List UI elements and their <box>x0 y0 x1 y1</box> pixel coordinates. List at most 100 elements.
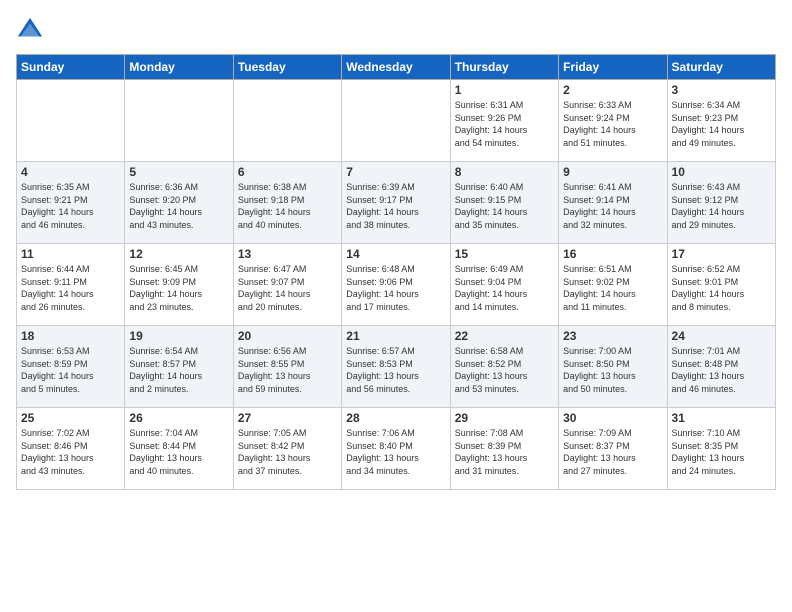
calendar-cell: 18 Sunrise: 6:53 AM Sunset: 8:59 PM Dayli… <box>17 326 125 408</box>
day-number: 29 <box>455 411 554 425</box>
day-info: Sunrise: 6:43 AM Sunset: 9:12 PM Dayligh… <box>672 181 771 231</box>
day-number: 4 <box>21 165 120 179</box>
day-number: 22 <box>455 329 554 343</box>
calendar-cell <box>125 80 233 162</box>
day-header-saturday: Saturday <box>667 55 775 80</box>
day-header-sunday: Sunday <box>17 55 125 80</box>
day-header-friday: Friday <box>559 55 667 80</box>
day-info: Sunrise: 6:33 AM Sunset: 9:24 PM Dayligh… <box>563 99 662 149</box>
page-container: SundayMondayTuesdayWednesdayThursdayFrid… <box>0 0 792 498</box>
logo <box>16 16 46 44</box>
calendar-cell: 2 Sunrise: 6:33 AM Sunset: 9:24 PM Daylig… <box>559 80 667 162</box>
calendar-cell: 10 Sunrise: 6:43 AM Sunset: 9:12 PM Dayli… <box>667 162 775 244</box>
day-info: Sunrise: 6:36 AM Sunset: 9:20 PM Dayligh… <box>129 181 228 231</box>
day-number: 19 <box>129 329 228 343</box>
day-number: 1 <box>455 83 554 97</box>
day-number: 20 <box>238 329 337 343</box>
day-number: 24 <box>672 329 771 343</box>
day-info: Sunrise: 6:41 AM Sunset: 9:14 PM Dayligh… <box>563 181 662 231</box>
calendar-cell: 1Sunrise: 6:31 AM Sunset: 9:26 PM Daylig… <box>450 80 558 162</box>
day-number: 17 <box>672 247 771 261</box>
day-number: 10 <box>672 165 771 179</box>
calendar-cell: 19 Sunrise: 6:54 AM Sunset: 8:57 PM Dayli… <box>125 326 233 408</box>
calendar-week-row: 11 Sunrise: 6:44 AM Sunset: 9:11 PM Dayli… <box>17 244 776 326</box>
day-info: Sunrise: 6:51 AM Sunset: 9:02 PM Dayligh… <box>563 263 662 313</box>
day-number: 16 <box>563 247 662 261</box>
day-header-monday: Monday <box>125 55 233 80</box>
day-info: Sunrise: 6:53 AM Sunset: 8:59 PM Dayligh… <box>21 345 120 395</box>
day-info: Sunrise: 6:45 AM Sunset: 9:09 PM Dayligh… <box>129 263 228 313</box>
calendar-cell: 4 Sunrise: 6:35 AM Sunset: 9:21 PM Daylig… <box>17 162 125 244</box>
calendar-week-row: 4 Sunrise: 6:35 AM Sunset: 9:21 PM Daylig… <box>17 162 776 244</box>
day-number: 5 <box>129 165 228 179</box>
day-info: Sunrise: 6:39 AM Sunset: 9:17 PM Dayligh… <box>346 181 445 231</box>
calendar-cell: 30 Sunrise: 7:09 AM Sunset: 8:37 PM Dayli… <box>559 408 667 490</box>
day-number: 6 <box>238 165 337 179</box>
calendar-cell: 6Sunrise: 6:38 AM Sunset: 9:18 PM Daylig… <box>233 162 341 244</box>
calendar-cell: 22Sunrise: 6:58 AM Sunset: 8:52 PM Dayli… <box>450 326 558 408</box>
logo-icon <box>16 16 44 44</box>
calendar-cell: 28 Sunrise: 7:06 AM Sunset: 8:40 PM Dayli… <box>342 408 450 490</box>
calendar-cell: 16 Sunrise: 6:51 AM Sunset: 9:02 PM Dayli… <box>559 244 667 326</box>
day-number: 30 <box>563 411 662 425</box>
day-number: 14 <box>346 247 445 261</box>
calendar-cell <box>17 80 125 162</box>
day-number: 23 <box>563 329 662 343</box>
day-info: Sunrise: 6:54 AM Sunset: 8:57 PM Dayligh… <box>129 345 228 395</box>
calendar-cell: 21 Sunrise: 6:57 AM Sunset: 8:53 PM Dayli… <box>342 326 450 408</box>
day-info: Sunrise: 7:06 AM Sunset: 8:40 PM Dayligh… <box>346 427 445 477</box>
day-info: Sunrise: 7:02 AM Sunset: 8:46 PM Dayligh… <box>21 427 120 477</box>
calendar-cell <box>233 80 341 162</box>
day-info: Sunrise: 7:00 AM Sunset: 8:50 PM Dayligh… <box>563 345 662 395</box>
day-info: Sunrise: 7:08 AM Sunset: 8:39 PM Dayligh… <box>455 427 554 477</box>
day-info: Sunrise: 7:01 AM Sunset: 8:48 PM Dayligh… <box>672 345 771 395</box>
calendar-cell: 26Sunrise: 7:04 AM Sunset: 8:44 PM Dayli… <box>125 408 233 490</box>
day-number: 12 <box>129 247 228 261</box>
calendar-cell: 29 Sunrise: 7:08 AM Sunset: 8:39 PM Dayli… <box>450 408 558 490</box>
day-number: 2 <box>563 83 662 97</box>
calendar-cell: 23 Sunrise: 7:00 AM Sunset: 8:50 PM Dayli… <box>559 326 667 408</box>
day-number: 31 <box>672 411 771 425</box>
calendar-cell: 15Sunrise: 6:49 AM Sunset: 9:04 PM Dayli… <box>450 244 558 326</box>
day-info: Sunrise: 6:56 AM Sunset: 8:55 PM Dayligh… <box>238 345 337 395</box>
day-info: Sunrise: 6:52 AM Sunset: 9:01 PM Dayligh… <box>672 263 771 313</box>
calendar-cell: 25Sunrise: 7:02 AM Sunset: 8:46 PM Dayli… <box>17 408 125 490</box>
calendar-cell: 31Sunrise: 7:10 AM Sunset: 8:35 PM Dayli… <box>667 408 775 490</box>
day-number: 26 <box>129 411 228 425</box>
day-number: 28 <box>346 411 445 425</box>
day-info: Sunrise: 6:49 AM Sunset: 9:04 PM Dayligh… <box>455 263 554 313</box>
calendar-cell: 7Sunrise: 6:39 AM Sunset: 9:17 PM Daylig… <box>342 162 450 244</box>
calendar-cell: 20 Sunrise: 6:56 AM Sunset: 8:55 PM Dayli… <box>233 326 341 408</box>
calendar-cell: 13 Sunrise: 6:47 AM Sunset: 9:07 PM Dayli… <box>233 244 341 326</box>
calendar-cell: 14Sunrise: 6:48 AM Sunset: 9:06 PM Dayli… <box>342 244 450 326</box>
day-info: Sunrise: 6:44 AM Sunset: 9:11 PM Dayligh… <box>21 263 120 313</box>
calendar-cell: 9Sunrise: 6:41 AM Sunset: 9:14 PM Daylig… <box>559 162 667 244</box>
day-number: 21 <box>346 329 445 343</box>
day-header-tuesday: Tuesday <box>233 55 341 80</box>
calendar-cell: 3Sunrise: 6:34 AM Sunset: 9:23 PM Daylig… <box>667 80 775 162</box>
calendar-header-row: SundayMondayTuesdayWednesdayThursdayFrid… <box>17 55 776 80</box>
calendar-table: SundayMondayTuesdayWednesdayThursdayFrid… <box>16 54 776 490</box>
day-info: Sunrise: 6:35 AM Sunset: 9:21 PM Dayligh… <box>21 181 120 231</box>
day-number: 8 <box>455 165 554 179</box>
calendar-cell: 8Sunrise: 6:40 AM Sunset: 9:15 PM Daylig… <box>450 162 558 244</box>
calendar-cell: 11 Sunrise: 6:44 AM Sunset: 9:11 PM Dayli… <box>17 244 125 326</box>
calendar-cell: 12 Sunrise: 6:45 AM Sunset: 9:09 PM Dayli… <box>125 244 233 326</box>
day-info: Sunrise: 7:05 AM Sunset: 8:42 PM Dayligh… <box>238 427 337 477</box>
calendar-cell: 27 Sunrise: 7:05 AM Sunset: 8:42 PM Dayli… <box>233 408 341 490</box>
day-number: 18 <box>21 329 120 343</box>
day-info: Sunrise: 6:57 AM Sunset: 8:53 PM Dayligh… <box>346 345 445 395</box>
day-info: Sunrise: 6:47 AM Sunset: 9:07 PM Dayligh… <box>238 263 337 313</box>
calendar-cell: 17 Sunrise: 6:52 AM Sunset: 9:01 PM Dayli… <box>667 244 775 326</box>
calendar-cell: 24 Sunrise: 7:01 AM Sunset: 8:48 PM Dayli… <box>667 326 775 408</box>
day-header-wednesday: Wednesday <box>342 55 450 80</box>
day-number: 13 <box>238 247 337 261</box>
calendar-week-row: 25Sunrise: 7:02 AM Sunset: 8:46 PM Dayli… <box>17 408 776 490</box>
day-number: 11 <box>21 247 120 261</box>
calendar-week-row: 18 Sunrise: 6:53 AM Sunset: 8:59 PM Dayli… <box>17 326 776 408</box>
page-header <box>16 16 776 44</box>
day-info: Sunrise: 7:09 AM Sunset: 8:37 PM Dayligh… <box>563 427 662 477</box>
day-number: 27 <box>238 411 337 425</box>
day-number: 3 <box>672 83 771 97</box>
calendar-week-row: 1Sunrise: 6:31 AM Sunset: 9:26 PM Daylig… <box>17 80 776 162</box>
